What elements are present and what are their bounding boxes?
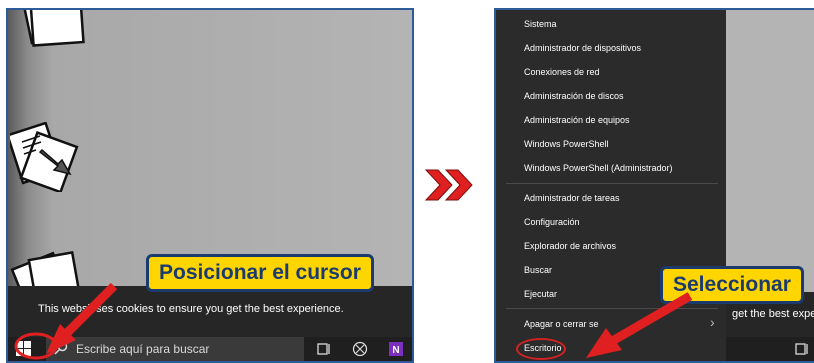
menu-item-administracion-equipos[interactable]: Administración de equipos: [524, 115, 630, 125]
xbox-icon[interactable]: [352, 341, 368, 357]
menu-item-ejecutar[interactable]: Ejecutar: [524, 289, 557, 299]
menu-item-conexiones-red[interactable]: Conexiones de red: [524, 67, 600, 77]
onenote-icon[interactable]: N: [388, 341, 404, 357]
menu-item-powershell-admin[interactable]: Windows PowerShell (Administrador): [524, 163, 673, 173]
menu-item-administracion-discos[interactable]: Administración de discos: [524, 91, 624, 101]
double-chevron-icon: [424, 169, 473, 201]
task-view-icon[interactable]: [794, 341, 810, 357]
menu-item-explorador-archivos[interactable]: Explorador de archivos: [524, 241, 616, 251]
submenu-chevron-icon: ›: [710, 314, 715, 330]
task-view-icon[interactable]: [316, 341, 332, 357]
svg-text:N: N: [392, 345, 399, 356]
red-pointer-arrow: [14, 282, 118, 360]
menu-item-administrador-tareas[interactable]: Administrador de tareas: [524, 193, 620, 203]
menu-item-buscar[interactable]: Buscar: [524, 265, 552, 275]
document-download-icon: [10, 122, 79, 192]
left-screenshot: This websit ses cookies to ensure you ge…: [6, 8, 414, 363]
callout-posicionar: Posicionar el cursor: [146, 254, 374, 292]
menu-item-powershell[interactable]: Windows PowerShell: [524, 139, 609, 149]
cookie-banner-text: get the best experie: [732, 308, 814, 320]
taskbar: [726, 337, 814, 361]
menu-item-sistema[interactable]: Sistema: [524, 19, 557, 29]
menu-separator: [506, 183, 718, 184]
red-pointer-arrow: [586, 292, 693, 358]
menu-item-administrador-dispositivos[interactable]: Administrador de dispositivos: [524, 43, 641, 53]
menu-item-configuracion[interactable]: Configuración: [524, 217, 580, 227]
right-screenshot: get the best experie Sistema Administrad…: [494, 8, 814, 363]
document-icon: [22, 10, 85, 47]
